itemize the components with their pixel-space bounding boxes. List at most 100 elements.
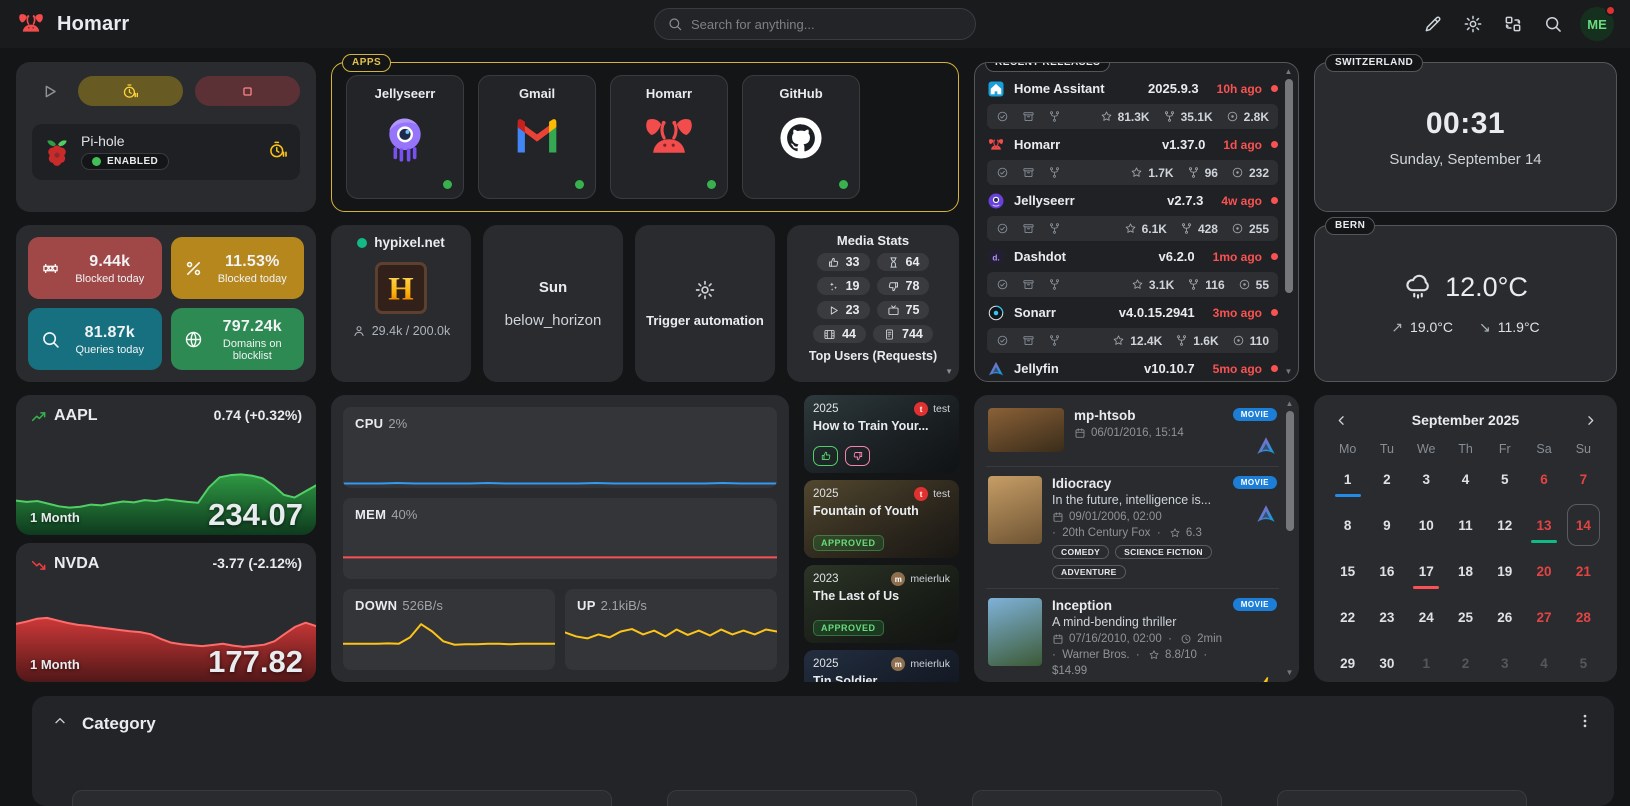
medialist-scrollbar[interactable]: ▲▼ — [1284, 400, 1295, 677]
sun-state-widget[interactable]: Sun below_horizon — [483, 225, 623, 382]
calendar-day[interactable]: 28 — [1564, 594, 1603, 640]
calendar-day[interactable]: 3 — [1485, 640, 1524, 686]
current-temp: 12.0°C — [1445, 272, 1528, 303]
pihole-stat-tile[interactable]: 9.44kBlocked today — [28, 237, 162, 299]
automation-widget[interactable]: Trigger automation — [635, 225, 775, 382]
calendar-day[interactable]: 20 — [1524, 548, 1563, 594]
calendar-day[interactable]: 1 — [1328, 456, 1367, 502]
pause-timer-button[interactable] — [78, 76, 183, 106]
release-version: v4.0.15.2941 — [1119, 305, 1195, 320]
category-menu-button[interactable] — [1576, 712, 1594, 735]
calendar-day[interactable]: 24 — [1407, 594, 1446, 640]
category-tile[interactable] — [972, 790, 1222, 806]
calendar-day[interactable]: 2 — [1446, 640, 1485, 686]
settings-button[interactable] — [1456, 7, 1490, 41]
calendar-day[interactable]: 25 — [1446, 594, 1485, 640]
calendar-day[interactable]: 18 — [1446, 548, 1485, 594]
scroll-down-arrow[interactable]: ▼ — [945, 367, 953, 376]
disable-all-button[interactable] — [195, 76, 300, 106]
calendar-day[interactable]: 1 — [1407, 640, 1446, 686]
calendar-day[interactable]: 21 — [1564, 548, 1603, 594]
enable-all-button[interactable] — [32, 76, 66, 106]
request-user: ttest — [914, 487, 950, 501]
category-collapse-button[interactable] — [52, 713, 68, 734]
edit-mode-button[interactable] — [1416, 7, 1450, 41]
issue-icon — [1238, 278, 1251, 291]
request-card[interactable]: 2025 mmeierluk Tin Soldier — [804, 650, 959, 682]
calendar-day[interactable]: 4 — [1446, 456, 1485, 502]
app-jellyseerr[interactable]: Jellyseerr — [346, 75, 464, 199]
calendar-day[interactable]: 5 — [1485, 456, 1524, 502]
app-gmail[interactable]: Gmail — [478, 75, 596, 199]
request-card[interactable]: 2025 ttest Fountain of Youth APPROVED — [804, 480, 959, 558]
calendar-day[interactable]: 23 — [1367, 594, 1406, 640]
scroll-thumb[interactable] — [1285, 79, 1293, 293]
calendar-day[interactable]: 26 — [1485, 594, 1524, 640]
fork-icon — [1048, 110, 1061, 123]
stock-card-aapl[interactable]: AAPL 0.74 (+0.32%) 1 Month 234.07 — [16, 395, 316, 535]
calendar-day[interactable]: 11 — [1446, 502, 1485, 548]
category-tile[interactable] — [667, 790, 917, 806]
pihole-stat-tile[interactable]: 797.24kDomains on blocklist — [171, 308, 305, 370]
global-search[interactable] — [654, 8, 976, 40]
app-homarr[interactable]: Homarr — [610, 75, 728, 199]
calendar-day[interactable]: 5 — [1564, 640, 1603, 686]
request-card[interactable]: 2023 mmeierluk The Last of Us APPROVED — [804, 565, 959, 643]
calendar-day[interactable]: 13 — [1524, 502, 1563, 548]
pihole-stat-tile[interactable]: 81.87kQueries today — [28, 308, 162, 370]
media-title: Inception — [1052, 598, 1223, 613]
thumb-up-icon — [827, 256, 840, 269]
clock-icon — [1180, 633, 1192, 645]
calendar-prev-button[interactable] — [1328, 407, 1354, 433]
calendar-day[interactable]: 3 — [1407, 456, 1446, 502]
category-tile[interactable] — [1277, 790, 1527, 806]
minecraft-server-widget[interactable]: hypixel.net H 29.4k / 200.0k — [331, 225, 471, 382]
release-item[interactable]: Home Assitant 2025.9.3 10h ago — [987, 75, 1278, 102]
pihole-integration-row[interactable]: Pi-hole ENABLED — [32, 124, 300, 180]
calendar-next-button[interactable] — [1577, 407, 1603, 433]
calendar-day[interactable]: 2 — [1367, 456, 1406, 502]
release-item[interactable]: Sonarr v4.0.15.2941 3mo ago — [987, 299, 1278, 326]
calendar-day[interactable]: 8 — [1328, 502, 1367, 548]
calendar-day[interactable]: 27 — [1524, 594, 1563, 640]
calendar-day[interactable]: 29 — [1328, 640, 1367, 686]
calendar-day[interactable]: 30 — [1367, 640, 1406, 686]
user-avatar[interactable]: ME — [1580, 7, 1614, 41]
weather-widget: BERN 12.0°C ↗19.0°C ↘11.9°C — [1314, 225, 1617, 382]
calendar-day[interactable]: 9 — [1367, 502, 1406, 548]
calendar-day[interactable]: 16 — [1367, 548, 1406, 594]
boards-button[interactable] — [1496, 7, 1530, 41]
release-item[interactable]: Jellyfin v10.10.7 5mo ago — [987, 355, 1278, 382]
calendar-day[interactable]: 17 — [1407, 548, 1446, 594]
calendar-day[interactable]: 15 — [1328, 548, 1367, 594]
approve-button[interactable] — [813, 446, 838, 466]
release-item[interactable]: Homarr v1.37.0 1d ago — [987, 131, 1278, 158]
app-github[interactable]: GitHub — [742, 75, 860, 199]
up-value: 2.1kiB/s — [601, 598, 647, 613]
release-item[interactable]: d.Dashdot v6.2.0 1mo ago — [987, 243, 1278, 270]
media-item[interactable]: Inception A mind-bending thriller 07/16/… — [986, 588, 1279, 682]
calendar-day[interactable]: 10 — [1407, 502, 1446, 548]
decline-button[interactable] — [845, 446, 870, 466]
recent-releases-widget: RECENT RELEASES Home Assitant 2025.9.3 1… — [974, 62, 1299, 382]
media-item[interactable]: Idiocracy In the future, intelligence is… — [986, 466, 1279, 588]
pihole-timer-button[interactable] — [268, 140, 288, 165]
search-button[interactable] — [1536, 7, 1570, 41]
dashboard: Pi-hole ENABLED APPS Jellyseerr Gmail Ho… — [0, 48, 1630, 806]
scroll-thumb[interactable] — [1286, 411, 1294, 531]
calendar-day[interactable]: 19 — [1485, 548, 1524, 594]
stock-card-nvda[interactable]: NVDA -3.77 (-2.12%) 1 Month 177.82 — [16, 543, 316, 683]
calendar-day[interactable]: 14 — [1564, 502, 1603, 548]
category-tile[interactable] — [72, 790, 612, 806]
calendar-day[interactable]: 12 — [1485, 502, 1524, 548]
pihole-stat-tile[interactable]: 11.53%Blocked today — [171, 237, 305, 299]
releases-scrollbar[interactable]: ▲▼ — [1283, 68, 1294, 376]
calendar-day[interactable]: 4 — [1524, 640, 1563, 686]
calendar-day[interactable]: 7 — [1564, 456, 1603, 502]
media-item[interactable]: mp-htsob 06/01/2016, 15:14 MOVIE — [986, 399, 1279, 466]
request-card[interactable]: 2025 ttest How to Train Your... — [804, 395, 959, 473]
calendar-day[interactable]: 6 — [1524, 456, 1563, 502]
calendar-day[interactable]: 22 — [1328, 594, 1367, 640]
search-input[interactable] — [691, 17, 963, 32]
release-item[interactable]: Jellyseerr v2.7.3 4w ago — [987, 187, 1278, 214]
